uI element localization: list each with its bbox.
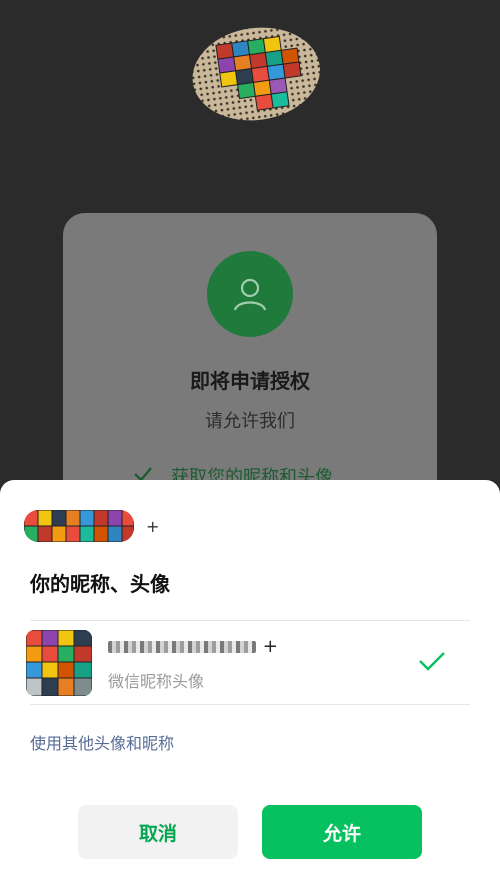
divider <box>30 620 470 621</box>
profile-nickname: + <box>108 636 279 657</box>
blurred-nickname-icon <box>108 641 256 653</box>
use-other-avatar-link[interactable]: 使用其他头像和昵称 <box>30 730 174 754</box>
app-icon <box>24 510 134 542</box>
allow-button[interactable]: 允许 <box>262 805 422 859</box>
profile-option[interactable]: + 微信昵称头像 <box>26 628 470 698</box>
authorization-sheet: + 你的昵称、头像 + 微信昵称头像 使用其他头像和昵称 取消 允许 <box>0 480 500 875</box>
authorization-title: 即将申请授权 <box>190 369 310 393</box>
app-logo <box>192 27 320 121</box>
app-name: + <box>146 516 160 536</box>
authorization-subtitle: 请允许我们 <box>205 411 295 432</box>
section-title: 你的昵称、头像 <box>30 572 170 596</box>
profile-description: 微信昵称头像 <box>108 672 205 691</box>
background-page: 即将申请授权 请允许我们 获取您的昵称和头像 <box>0 0 500 543</box>
sheet-app-header: + <box>24 510 159 542</box>
user-icon <box>207 251 293 337</box>
divider <box>30 704 470 705</box>
profile-avatar <box>26 630 92 696</box>
cancel-button[interactable]: 取消 <box>78 805 238 859</box>
check-icon <box>418 650 446 676</box>
